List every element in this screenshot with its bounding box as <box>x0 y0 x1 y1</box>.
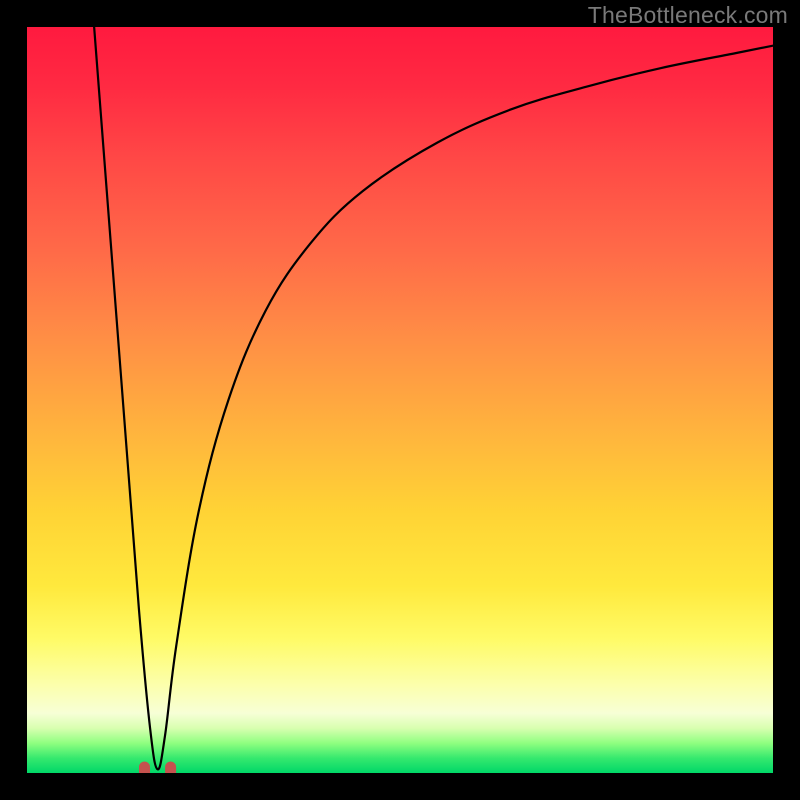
chart-svg <box>27 27 773 773</box>
mismatch-curve <box>94 27 773 769</box>
chart-frame: TheBottleneck.com <box>0 0 800 800</box>
plot-area <box>27 27 773 773</box>
watermark-text: TheBottleneck.com <box>588 2 788 29</box>
